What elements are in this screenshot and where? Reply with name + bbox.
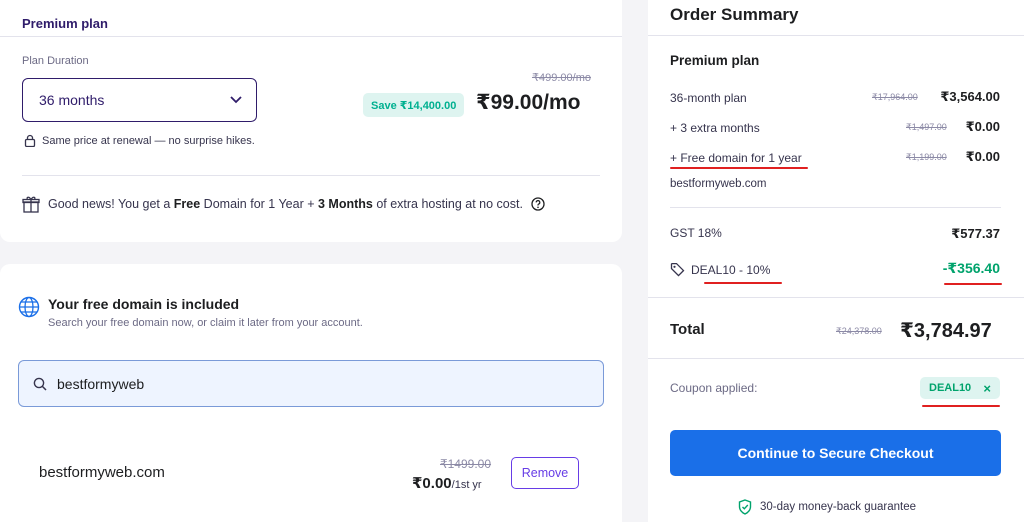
close-icon[interactable]: ×: [983, 381, 991, 396]
domain-header: Your free domain is included Search your…: [18, 296, 363, 329]
annotation-underline: [922, 405, 1000, 407]
plan-title: Premium plan: [22, 16, 108, 31]
divider: [648, 35, 1024, 36]
plan-duration-label: Plan Duration: [22, 55, 89, 67]
gst-label: GST 18%: [670, 226, 722, 240]
plan-price: ₹99.00/mo: [476, 91, 581, 114]
globe-icon: [18, 296, 40, 318]
domain-title: Your free domain is included: [48, 296, 240, 312]
total-old-price: ₹24,378.00: [836, 326, 882, 336]
divider: [670, 207, 1001, 208]
discount-label: DEAL10 - 10%: [691, 262, 771, 277]
search-icon: [33, 377, 47, 391]
summary-row-value: ₹0.00: [965, 119, 1000, 134]
order-summary-title: Order Summary: [670, 5, 799, 24]
coupon-code: DEAL10: [929, 382, 972, 394]
domain-search-input[interactable]: [57, 375, 557, 392]
divider: [648, 358, 1024, 359]
divider: [0, 36, 622, 37]
secure-checkout-button[interactable]: Continue to Secure Checkout: [670, 430, 1001, 476]
renewal-note: Same price at renewal — no surprise hike…: [24, 134, 255, 147]
coupon-chip: DEAL10 ×: [920, 377, 1000, 399]
divider: [648, 297, 1024, 298]
domain-old-price: ₹1499.00: [440, 457, 492, 471]
discount-value: -₹356.40: [942, 260, 1000, 276]
annotation-underline: [704, 282, 782, 284]
domain-subtitle: Search your free domain now, or claim it…: [48, 317, 363, 329]
remove-domain-button[interactable]: Remove: [511, 457, 579, 489]
guarantee-text: 30-day money-back guarantee: [760, 501, 916, 513]
divider: [22, 175, 600, 176]
domain-result-name: bestformyweb.com: [39, 464, 165, 481]
summary-row-label: + 3 extra months: [670, 121, 760, 135]
gst-value: ₹577.37: [951, 226, 1000, 241]
summary-domain-name: bestformyweb.com: [670, 178, 767, 190]
chevron-down-icon: [230, 96, 242, 104]
summary-row-value: ₹0.00: [965, 149, 1000, 164]
plan-duration-select[interactable]: 36 months: [22, 78, 257, 122]
discount-row: DEAL10 - 10%: [670, 262, 770, 277]
domain-search-box[interactable]: [18, 360, 604, 407]
renewal-text: Same price at renewal — no surprise hike…: [42, 134, 255, 147]
summary-plan-name: Premium plan: [670, 53, 760, 68]
annotation-underline: [670, 167, 808, 169]
gift-icon: [22, 196, 40, 213]
plan-duration-value: 36 months: [39, 92, 105, 108]
annotation-underline: [944, 283, 1002, 285]
summary-row-value: ₹3,564.00: [940, 89, 1000, 104]
summary-row-label: 36-month plan: [670, 91, 747, 105]
guarantee-note: 30-day money-back guarantee: [738, 499, 916, 515]
lock-icon: [24, 134, 36, 147]
shield-check-icon: [738, 499, 752, 515]
coupon-label: Coupon applied:: [670, 381, 758, 395]
total-label: Total: [670, 321, 705, 338]
total-value: ₹3,784.97: [900, 320, 992, 342]
summary-row-old: ₹1,199.00: [906, 152, 947, 162]
summary-row-old: ₹1,497.00: [906, 122, 947, 132]
tag-icon: [670, 262, 685, 277]
plan-old-price: ₹499.00/mo: [532, 72, 591, 84]
summary-row-label: + Free domain for 1 year: [670, 151, 802, 165]
summary-row-old: ₹17,964.00: [872, 92, 918, 102]
domain-price: ₹0.00/1st yr: [412, 475, 482, 492]
goodnews-text: Good news! You get a Free Domain for 1 Y…: [48, 197, 523, 211]
goodnews-banner: Good news! You get a Free Domain for 1 Y…: [22, 195, 545, 213]
help-circle-icon[interactable]: [531, 197, 545, 211]
save-badge: Save ₹14,400.00: [363, 93, 465, 117]
